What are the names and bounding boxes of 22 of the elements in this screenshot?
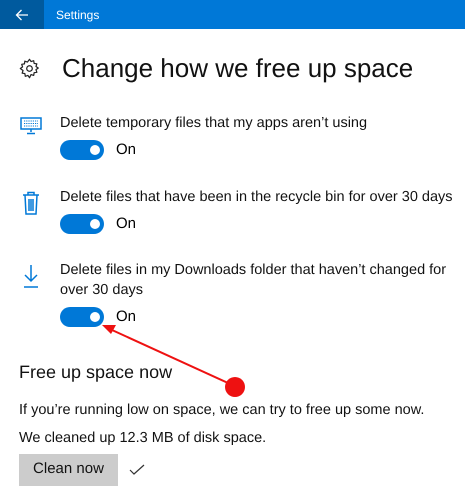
option-label: Delete files in my Downloads folder that haven’t changed for over 30 days <box>60 261 448 300</box>
clean-now-button[interactable]: Clean now <box>19 454 118 486</box>
result-text: We cleaned up 12.3 MB of disk space. <box>19 428 268 448</box>
window-title: Settings <box>56 6 100 24</box>
toggle-switch[interactable] <box>60 307 104 328</box>
section-heading: Free up space now <box>19 360 174 384</box>
toggle-switch[interactable] <box>60 140 104 160</box>
description-text: If you’re running low on space, we can try to free up some now. <box>19 400 426 420</box>
back-button[interactable] <box>0 0 44 29</box>
settings-icon <box>19 58 40 78</box>
option-label: Delete temporary files that my apps aren’t using <box>60 114 368 133</box>
monitor-icon <box>20 117 42 135</box>
toggle-state-label: On <box>116 307 136 327</box>
page-heading: Change how we free up space <box>62 52 414 85</box>
trash-icon <box>22 190 40 214</box>
annotation-dot <box>225 377 245 397</box>
back-arrow-icon <box>15 8 29 20</box>
toggle-switch[interactable] <box>60 214 104 234</box>
toggle-state-label: On <box>116 214 136 234</box>
option-label: Delete files that have been in the recycle bin for over 30 days <box>60 188 454 206</box>
download-icon <box>22 264 40 288</box>
toggle-state-label: On <box>116 140 136 160</box>
